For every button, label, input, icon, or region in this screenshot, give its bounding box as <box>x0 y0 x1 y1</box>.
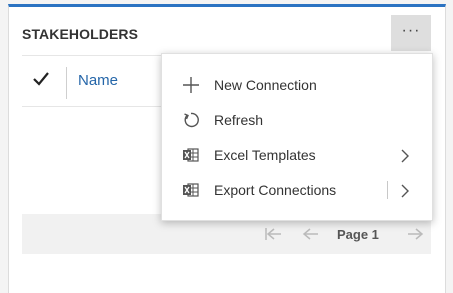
menu-item-excel-templates[interactable]: Excel Templates <box>162 138 432 173</box>
excel-icon <box>183 183 199 197</box>
menu-item-export-connections[interactable]: Export Connections <box>162 173 432 208</box>
first-page-icon[interactable] <box>264 226 282 242</box>
more-options-menu: New Connection Refresh Excel Templates E… <box>161 53 433 221</box>
more-options-button[interactable]: ··· <box>391 15 431 51</box>
menu-item-label: Excel Templates <box>214 147 316 163</box>
checkmark-icon <box>33 72 49 86</box>
chevron-right-icon[interactable] <box>400 183 410 199</box>
split-divider <box>387 181 388 199</box>
menu-item-refresh[interactable]: Refresh <box>162 103 432 138</box>
column-header-name[interactable]: Name <box>78 72 118 89</box>
menu-item-label: New Connection <box>214 77 317 93</box>
previous-page-icon[interactable] <box>302 226 320 242</box>
excel-icon <box>183 148 199 162</box>
column-divider <box>66 67 67 99</box>
panel-title: STAKEHOLDERS <box>22 26 139 42</box>
next-page-icon[interactable] <box>406 226 424 242</box>
select-all-checkbox[interactable] <box>31 69 51 89</box>
plus-icon <box>183 77 199 93</box>
chevron-right-icon <box>401 149 409 163</box>
refresh-icon <box>184 112 199 128</box>
menu-item-label: Export Connections <box>214 182 337 198</box>
menu-item-label: Refresh <box>214 112 264 128</box>
menu-item-new-connection[interactable]: New Connection <box>162 68 432 103</box>
page-number: Page 1 <box>337 227 379 242</box>
